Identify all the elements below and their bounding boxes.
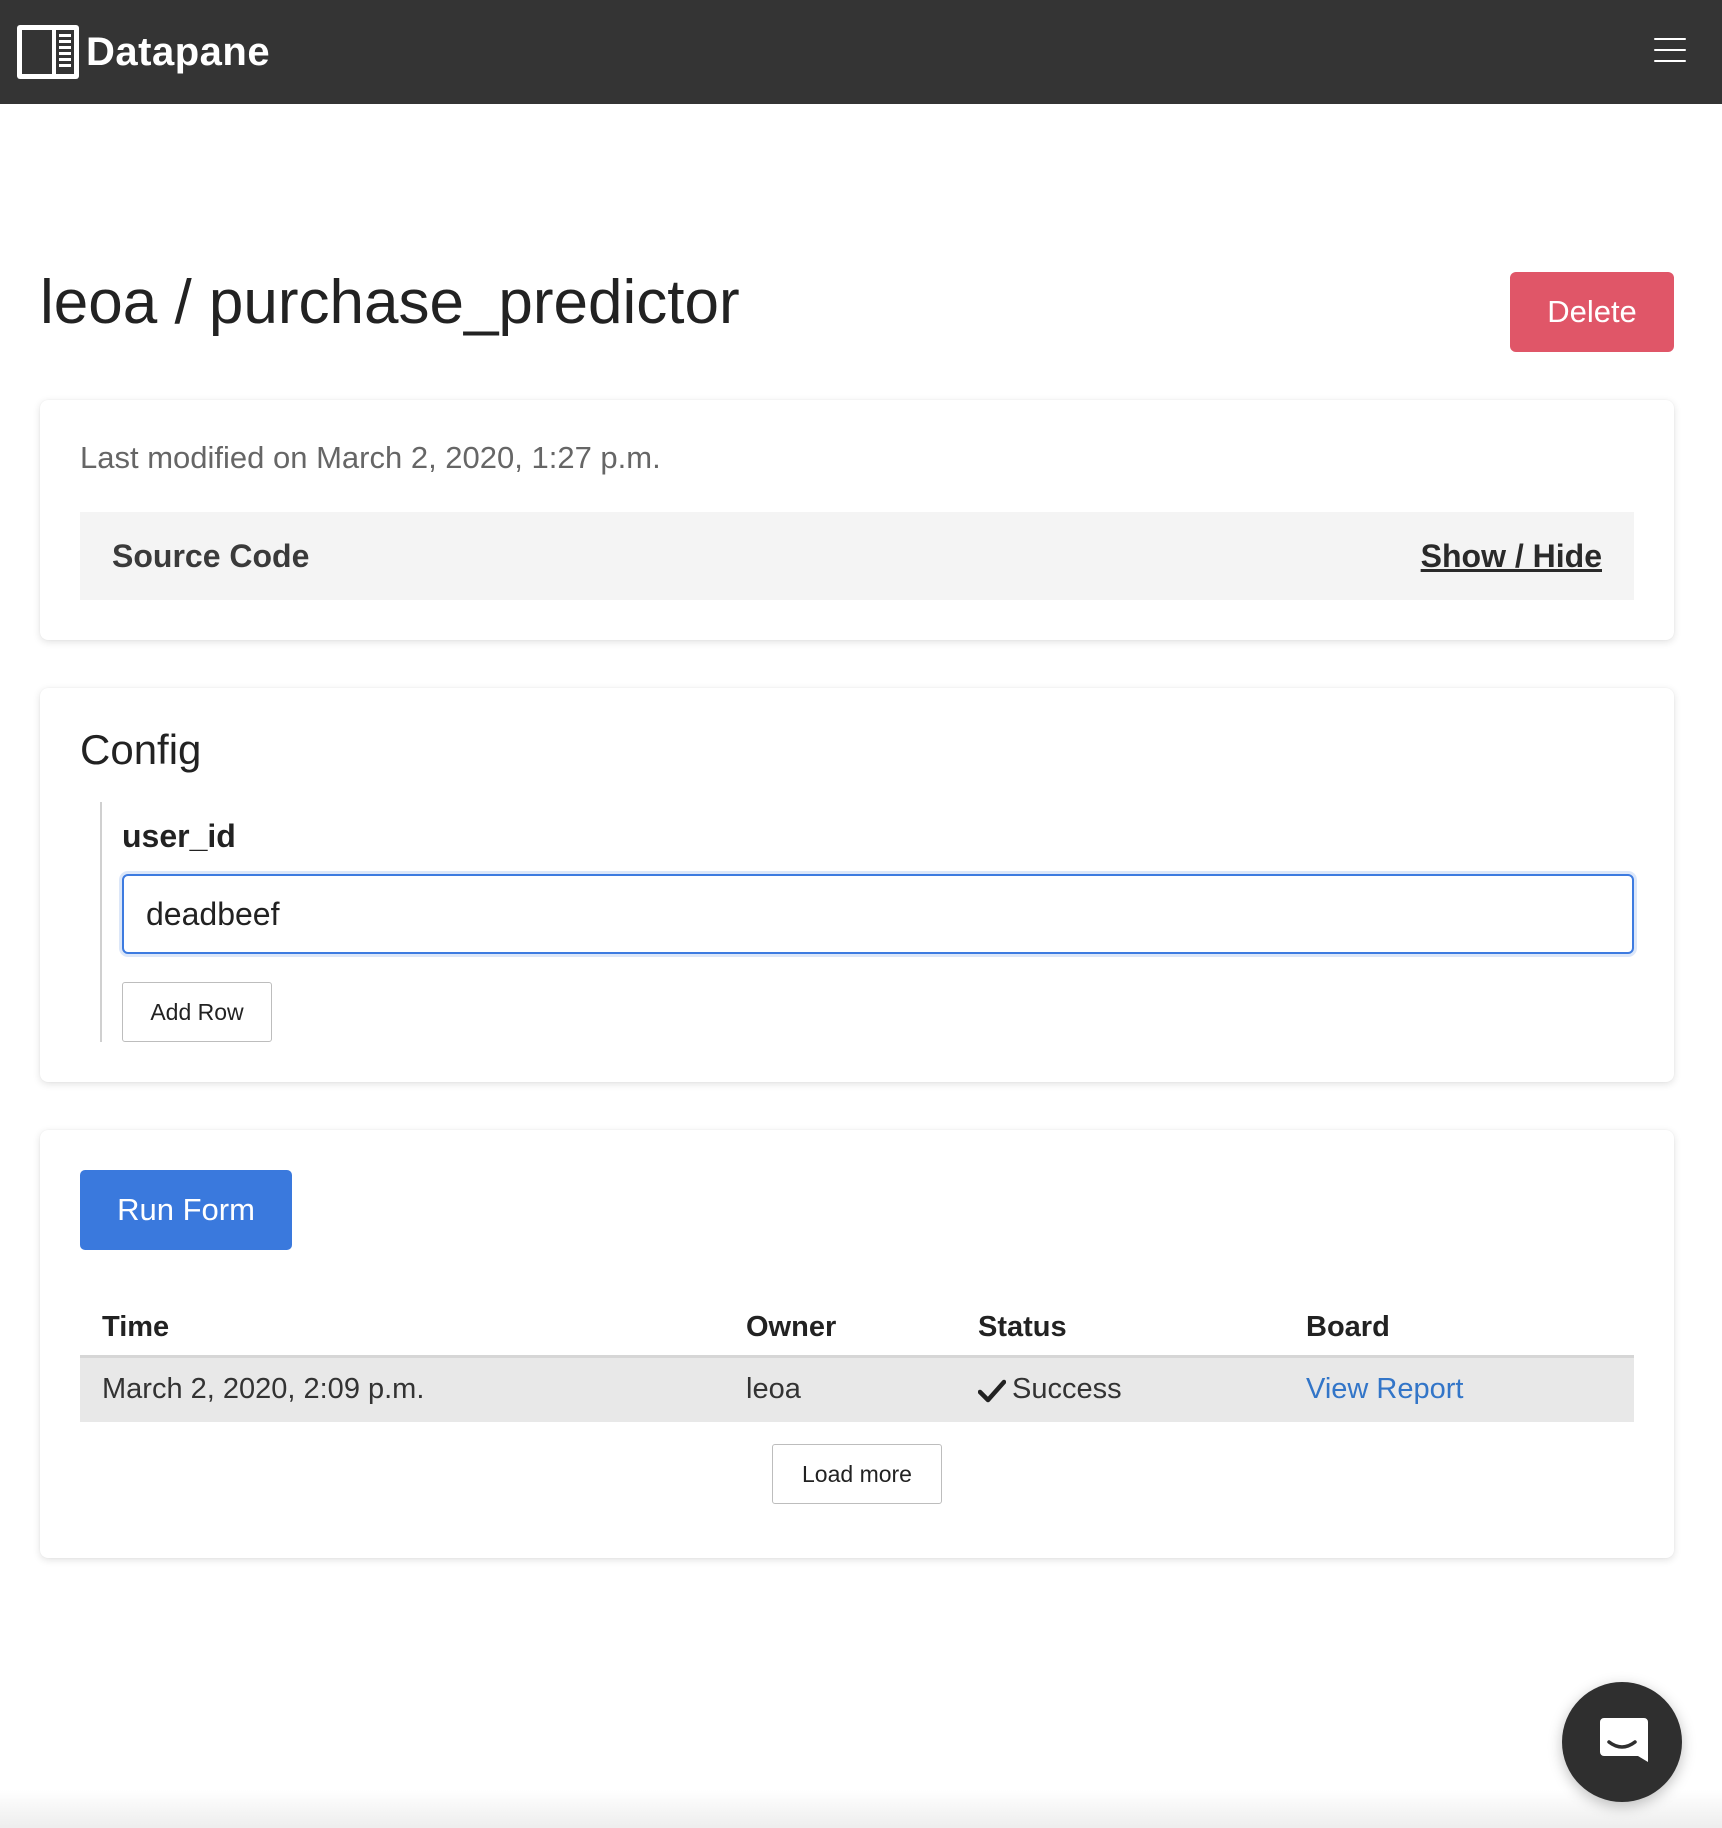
chat-launcher-button[interactable] xyxy=(1562,1682,1682,1802)
run-form-button[interactable]: Run Form xyxy=(80,1170,292,1250)
column-header-status: Status xyxy=(956,1300,1284,1358)
table-row: March 2, 2020, 2:09 p.m. leoa Success Vi… xyxy=(80,1356,1634,1422)
last-modified-text: Last modified on March 2, 2020, 1:27 p.m… xyxy=(80,440,661,475)
page-title: leoa / purchase_predictor xyxy=(40,268,740,337)
table-header-row: Time Owner Status Board xyxy=(80,1300,1634,1358)
bottom-fade xyxy=(0,1790,1722,1828)
config-card: Config user_id Add Row xyxy=(40,688,1674,1082)
hamburger-menu-icon[interactable] xyxy=(1654,38,1686,62)
datapane-logo-icon xyxy=(17,25,79,79)
run-board-cell: View Report xyxy=(1284,1356,1634,1422)
source-code-label: Source Code xyxy=(112,537,310,574)
delete-button[interactable]: Delete xyxy=(1510,272,1674,352)
runs-card: Run Form Time Owner Status Board March 2… xyxy=(40,1130,1674,1558)
add-row-button[interactable]: Add Row xyxy=(122,982,272,1042)
column-header-time: Time xyxy=(80,1300,724,1358)
run-time-cell: March 2, 2020, 2:09 p.m. xyxy=(80,1356,724,1422)
source-code-panel: Source Code Show / Hide xyxy=(80,512,1634,600)
load-more-button[interactable]: Load more xyxy=(772,1444,942,1504)
user-id-input[interactable] xyxy=(122,874,1634,954)
run-owner-cell: leoa xyxy=(724,1356,956,1422)
config-field-group: user_id Add Row xyxy=(100,802,1634,1042)
top-navbar: Datapane xyxy=(0,0,1722,104)
run-status-cell: Success xyxy=(956,1356,1284,1422)
view-report-link[interactable]: View Report xyxy=(1306,1373,1463,1405)
script-info-card: Last modified on March 2, 2020, 1:27 p.m… xyxy=(40,400,1674,640)
brand-name: Datapane xyxy=(86,29,271,74)
brand[interactable]: Datapane xyxy=(16,24,270,80)
user-id-label: user_id xyxy=(122,818,236,854)
show-hide-source-link[interactable]: Show / Hide xyxy=(1421,538,1602,575)
config-title: Config xyxy=(80,726,202,773)
chat-bubble-icon xyxy=(1600,1718,1648,1762)
column-header-board: Board xyxy=(1284,1300,1634,1358)
checkmark-icon xyxy=(978,1379,1006,1402)
runs-table: Time Owner Status Board March 2, 2020, 2… xyxy=(80,1300,1634,1422)
run-status-text: Success xyxy=(1012,1373,1122,1406)
column-header-owner: Owner xyxy=(724,1300,956,1358)
